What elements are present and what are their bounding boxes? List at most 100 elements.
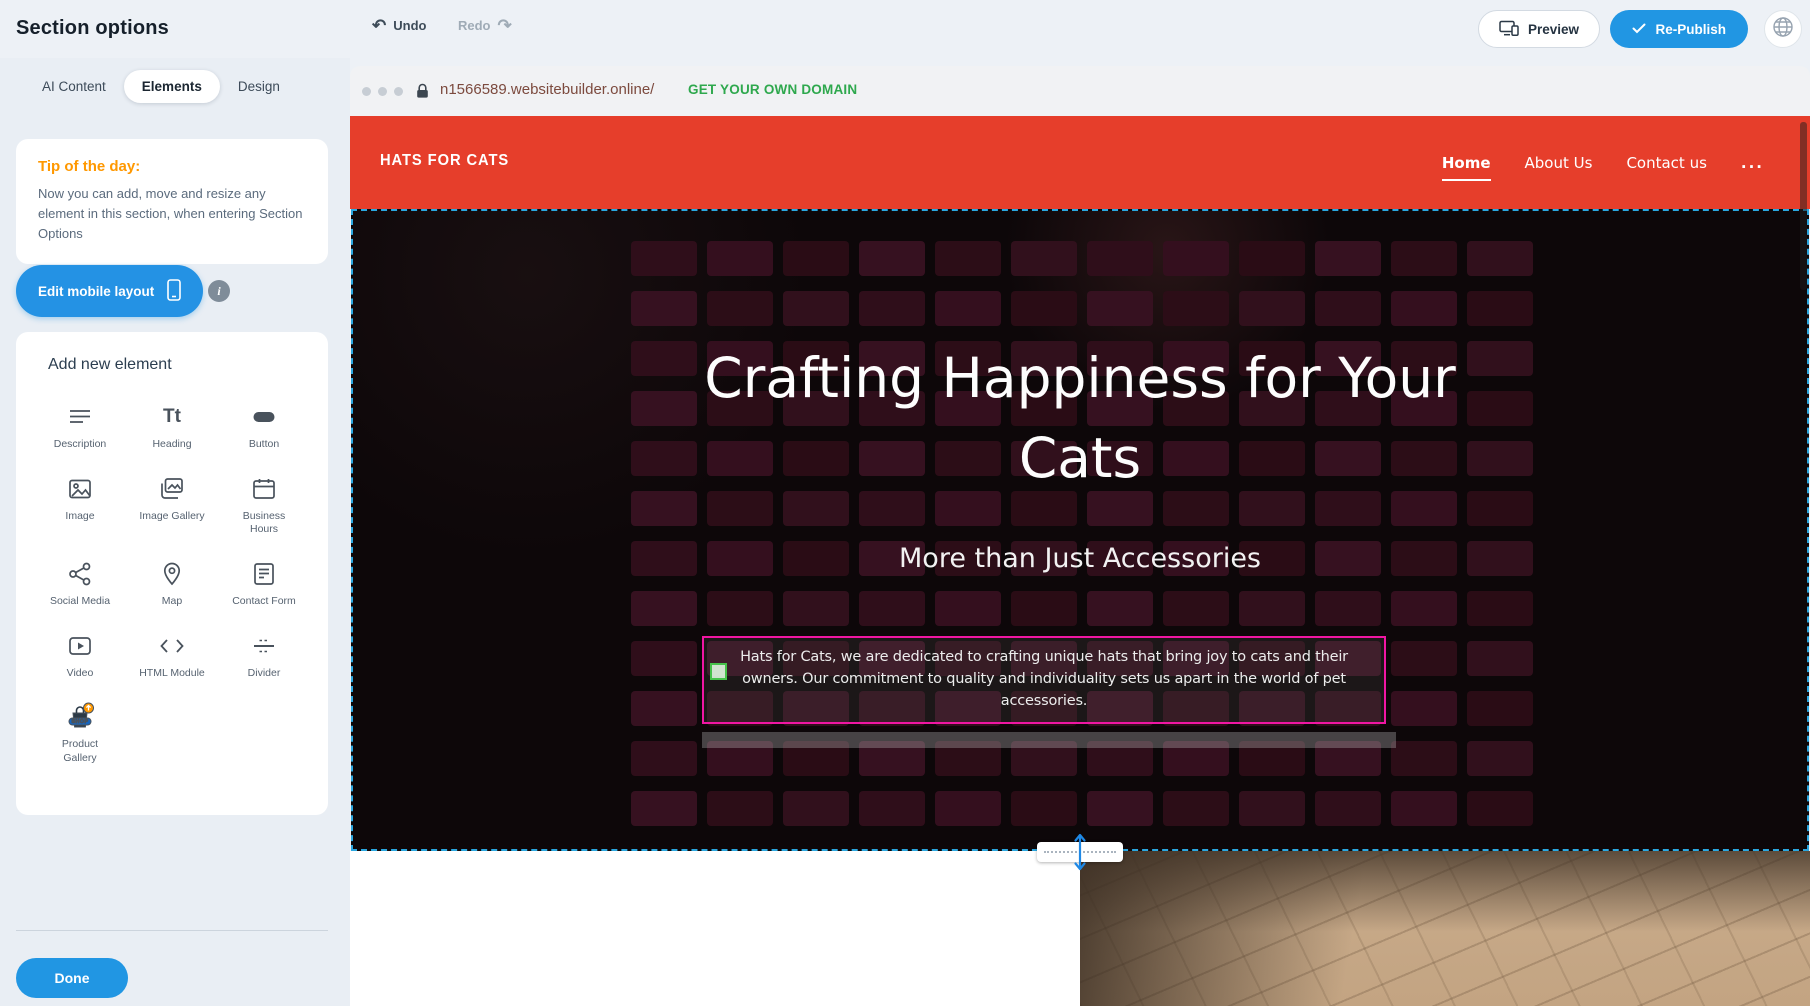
nav-more-button[interactable]: ... [1741, 154, 1764, 172]
language-globe-button[interactable] [1764, 10, 1802, 48]
hero-tile [783, 241, 849, 276]
hero-tile [935, 791, 1001, 826]
hero-tile [631, 791, 697, 826]
hero-tile [1467, 591, 1533, 626]
done-button[interactable]: Done [16, 958, 128, 998]
hero-tile [1239, 591, 1305, 626]
social-media-icon [67, 559, 93, 589]
window-dot [378, 87, 387, 96]
hero-tile [935, 591, 1001, 626]
undo-label: Undo [393, 18, 426, 33]
hero-tile [783, 791, 849, 826]
hero-tile [783, 291, 849, 326]
hero-tile [1315, 291, 1381, 326]
section-resize-handle[interactable] [1037, 832, 1123, 872]
element-map[interactable]: Map [126, 553, 218, 609]
next-section-background[interactable] [350, 851, 1080, 1006]
hero-tile [631, 241, 697, 276]
hero-tile [1011, 591, 1077, 626]
tab-elements[interactable]: Elements [124, 70, 220, 103]
tip-title: Tip of the day: [38, 158, 306, 175]
html-code-icon [159, 631, 185, 661]
window-dot [362, 87, 371, 96]
hero-tile [707, 591, 773, 626]
element-contact-form[interactable]: Contact Form [218, 553, 310, 609]
hero-tile [1391, 691, 1457, 726]
hero-tile [783, 591, 849, 626]
globe-icon [1772, 16, 1794, 43]
preview-button[interactable]: Preview [1478, 10, 1600, 48]
hero-tile [1163, 591, 1229, 626]
element-drag-handle[interactable] [710, 663, 727, 680]
hero-tile [1239, 241, 1305, 276]
hero-tile [1011, 241, 1077, 276]
element-divider[interactable]: Divider [218, 625, 310, 681]
hero-section-selected[interactable]: Crafting Happiness for Your Cats More th… [351, 209, 1809, 851]
republish-button[interactable]: Re-Publish [1610, 10, 1748, 48]
undo-icon: ↶ [372, 17, 386, 34]
hero-tile [1239, 791, 1305, 826]
get-domain-link[interactable]: GET YOUR OWN DOMAIN [688, 82, 857, 97]
preview-scrollbar-thumb[interactable] [1800, 122, 1807, 290]
redo-icon: ↷ [498, 17, 512, 34]
button-icon [251, 402, 277, 432]
element-description[interactable]: Description [34, 396, 126, 452]
element-html-module[interactable]: HTML Module [126, 625, 218, 681]
image-gallery-icon-item element-image-gallery[interactable]: Image Gallery [126, 468, 218, 537]
element-grid: Description Tt Heading Button Ima [34, 396, 310, 765]
preview-browser-bar: n1566589.websitebuilder.online/ GET YOUR… [350, 66, 1810, 116]
hero-tile [1011, 791, 1077, 826]
edit-mobile-layout-button[interactable]: Edit mobile layout [16, 265, 203, 317]
nav-contact-us[interactable]: Contact us [1626, 154, 1706, 172]
element-button[interactable]: Button [218, 396, 310, 452]
image-icon [67, 474, 93, 504]
nav-home[interactable]: Home [1442, 154, 1491, 172]
product-gallery-icon: SHOP [65, 702, 95, 732]
hero-tile [1239, 291, 1305, 326]
tip-body: Now you can add, move and resize any ele… [38, 184, 306, 244]
hero-tile [1315, 241, 1381, 276]
element-image[interactable]: Image [34, 468, 126, 537]
hero-paragraph-selected[interactable]: Hats for Cats, we are dedicated to craft… [702, 636, 1386, 724]
preview-label: Preview [1528, 22, 1579, 37]
element-social-media[interactable]: Social Media [34, 553, 126, 609]
heading-icon: Tt [163, 402, 181, 432]
nav-about-us[interactable]: About Us [1525, 154, 1593, 172]
video-icon [67, 631, 93, 661]
element-product-gallery[interactable]: SHOP Product Gallery [34, 696, 126, 765]
hero-tile [1467, 291, 1533, 326]
redo-button[interactable]: Redo ↷ [458, 17, 512, 34]
hero-tile [1467, 791, 1533, 826]
lock-icon [416, 83, 429, 104]
info-icon[interactable]: i [208, 280, 230, 302]
hero-tile [1391, 591, 1457, 626]
site-url[interactable]: n1566589.websitebuilder.online/ [440, 81, 654, 98]
hero-tile [859, 591, 925, 626]
hero-subheading[interactable]: More than Just Accessories [353, 543, 1807, 574]
hero-tile [1467, 241, 1533, 276]
hero-tile [1087, 791, 1153, 826]
resize-arrows-icon [1072, 832, 1088, 877]
hero-tile [1315, 791, 1381, 826]
tab-ai-content[interactable]: AI Content [24, 70, 124, 103]
drag-ghost-band [702, 732, 1396, 748]
hero-tile [1087, 591, 1153, 626]
tab-design[interactable]: Design [220, 70, 298, 103]
element-business-hours[interactable]: Business Hours [218, 468, 310, 537]
next-section-photo[interactable] [1080, 851, 1810, 1006]
hero-heading[interactable]: Crafting Happiness for Your Cats [353, 339, 1807, 499]
image-gallery-icon [159, 474, 185, 504]
redo-label: Redo [458, 18, 491, 33]
description-icon [67, 402, 93, 432]
edit-mobile-label: Edit mobile layout [38, 284, 154, 299]
element-video[interactable]: Video [34, 625, 126, 681]
hero-tile [935, 291, 1001, 326]
hero-tile [1391, 641, 1457, 676]
site-logo[interactable]: HATS FOR CATS [380, 152, 509, 170]
add-element-title: Add new element [48, 356, 310, 374]
undo-button[interactable]: ↶ Undo [372, 17, 426, 34]
sidebar-tabs: AI Content Elements Design [24, 70, 298, 103]
app-window: Section options ↶ Undo Redo ↷ Preview Re… [0, 0, 1810, 1006]
element-heading[interactable]: Tt Heading [126, 396, 218, 452]
hero-tile [1163, 291, 1229, 326]
